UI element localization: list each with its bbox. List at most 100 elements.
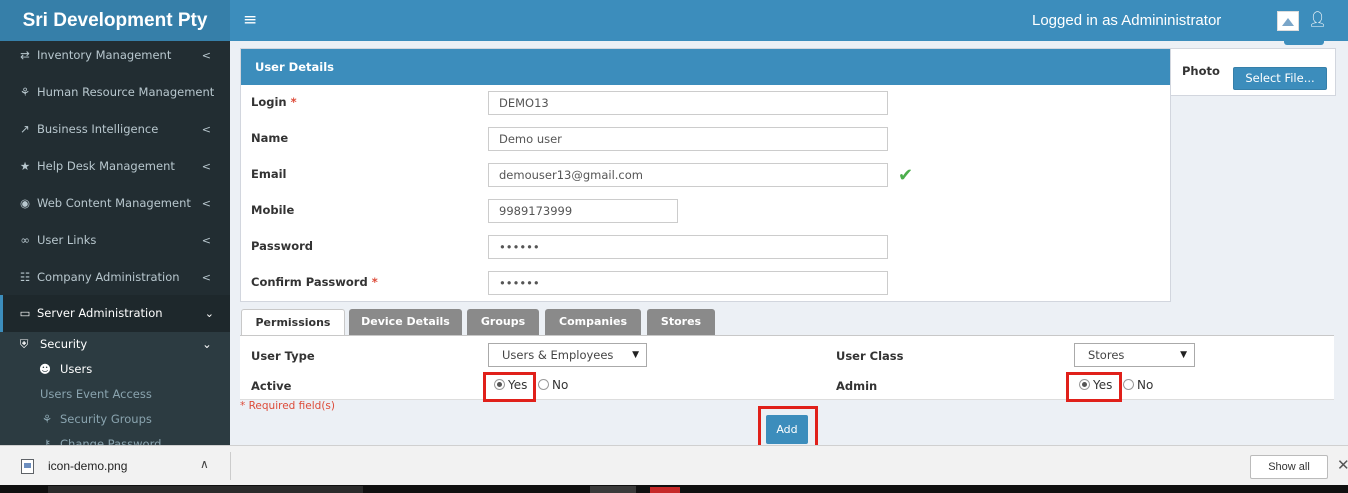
sidebar-item-human-resource-management[interactable]: ⚘ Human Resource Management	[0, 74, 230, 111]
sidebar-item-change-password[interactable]: ⚷ Change Password	[0, 432, 230, 445]
sidebar-item-user-links[interactable]: ∞ User Links <	[0, 222, 230, 259]
users-icon: ⚘	[41, 412, 53, 426]
tab-stores[interactable]: Stores	[647, 309, 715, 335]
sidebar-item-security[interactable]: ⛨ Security ⌄	[0, 332, 230, 357]
sidebar-item-label: Help Desk Management	[37, 159, 175, 173]
highlight-box	[1066, 372, 1122, 402]
active-no-radio[interactable]: No	[538, 378, 568, 392]
sidebar-item-label: Security	[40, 337, 88, 351]
login-input[interactable]	[488, 91, 888, 115]
radio-label: No	[552, 378, 569, 392]
password-row: Password	[251, 235, 911, 261]
globe-icon: ◉	[19, 196, 31, 210]
confirm-password-label-text: Confirm Password	[251, 275, 368, 289]
show-all-button[interactable]: Show all	[1250, 455, 1328, 479]
name-input[interactable]	[488, 127, 888, 151]
chevron-down-icon: ⌄	[204, 307, 214, 320]
close-icon[interactable]: ✕	[1337, 456, 1348, 474]
sidebar-item-label: Inventory Management	[37, 48, 172, 62]
tab-device-details[interactable]: Device Details	[349, 309, 462, 335]
password-input[interactable]	[488, 235, 888, 259]
sidebar-item-inventory-management[interactable]: ⇄ Inventory Management <	[0, 41, 230, 74]
chevron-up-icon[interactable]: ∧	[200, 457, 209, 471]
login-label: Login *	[251, 95, 297, 109]
radio-icon	[538, 379, 549, 390]
email-input[interactable]	[488, 163, 888, 187]
radio-label: No	[1137, 378, 1154, 392]
highlight-box	[483, 372, 536, 402]
dropdown-caret-icon: ▼	[1180, 350, 1187, 360]
chevron-left-icon: <	[201, 123, 211, 136]
user-details-panel: User Details Login * Name Email ✔ Mobile…	[240, 48, 1171, 302]
exchange-icon: ⇄	[20, 48, 30, 62]
mobile-input[interactable]	[488, 199, 678, 223]
user-icon: ☻	[39, 362, 51, 376]
taskbar-app[interactable]	[590, 486, 636, 493]
user-class-select[interactable]: Stores ▼	[1074, 343, 1195, 367]
required-fields-note: * Required field(s)	[240, 400, 335, 412]
line-chart-icon: ↗	[20, 122, 30, 136]
taskbar-app[interactable]	[650, 487, 680, 493]
admin-no-radio[interactable]: No	[1123, 378, 1153, 392]
sidebar-item-label: Web Content Management	[37, 196, 191, 210]
email-row: Email ✔	[251, 163, 914, 189]
checkmark-icon: ✔	[898, 165, 914, 186]
tab-companies[interactable]: Companies	[545, 309, 641, 335]
sidebar-item-users[interactable]: ☻ Users	[0, 357, 230, 382]
password-label: Password	[251, 239, 313, 253]
user-icon[interactable]: 👤︎	[1308, 10, 1327, 28]
confirm-password-label: Confirm Password *	[251, 275, 378, 289]
sidebar-item-label: Company Administration	[37, 270, 180, 284]
image-file-icon	[21, 459, 34, 474]
required-mark: *	[371, 275, 378, 289]
sidebar-toggle-icon[interactable]: ≡	[243, 11, 257, 29]
required-mark: *	[290, 95, 297, 109]
sidebar-item-business-intelligence[interactable]: ↗ Business Intelligence <	[0, 111, 230, 148]
thumbtack-icon: ★	[19, 159, 31, 173]
tab-groups[interactable]: Groups	[467, 309, 539, 335]
user-class-value: Stores	[1088, 348, 1125, 362]
divider	[230, 452, 231, 480]
sidebar-item-company-administration[interactable]: ☷ Company Administration <	[0, 259, 230, 296]
chevron-left-icon: <	[201, 160, 211, 173]
name-row: Name	[251, 127, 911, 153]
flag-icon[interactable]	[1277, 11, 1299, 31]
chevron-left-icon: <	[201, 49, 211, 62]
user-type-value: Users & Employees	[502, 348, 614, 362]
download-file-name[interactable]: icon-demo.png	[48, 459, 127, 473]
desktop-icon: ▭	[19, 306, 31, 320]
user-type-select[interactable]: Users & Employees ▼	[488, 343, 647, 367]
confirm-password-input[interactable]	[488, 271, 888, 295]
chevron-left-icon: <	[201, 197, 211, 210]
sidebar-item-label: Security Groups	[60, 412, 152, 426]
admin-label: Admin	[836, 379, 878, 393]
panel-title: User Details	[241, 49, 1170, 85]
sidebar-item-help-desk-management[interactable]: ★ Help Desk Management <	[0, 148, 230, 185]
active-label: Active	[251, 379, 292, 393]
users-icon: ⚘	[19, 85, 31, 99]
chevron-left-icon: <	[201, 234, 211, 247]
sidebar-item-label: Users Event Access	[40, 387, 152, 401]
taskbar-search[interactable]	[48, 486, 363, 493]
sidebar-item-label: Change Password	[60, 437, 162, 445]
mobile-row: Mobile	[251, 199, 911, 225]
tab-permissions[interactable]: Permissions	[241, 309, 345, 335]
sidebar-item-server-administration[interactable]: ▭ Server Administration ⌄	[0, 295, 230, 332]
sidebar-item-label: Server Administration	[37, 306, 163, 320]
login-label-text: Login	[251, 95, 287, 109]
sidebar-item-users-event-access[interactable]: Users Event Access	[0, 382, 230, 407]
mobile-label: Mobile	[251, 203, 295, 217]
chevron-left-icon: <	[201, 271, 211, 284]
key-icon: ⚷	[42, 437, 52, 445]
link-icon: ∞	[20, 233, 30, 247]
shield-icon: ⛨	[19, 337, 29, 351]
top-navbar: Sri Development Pty ≡ Logged in as Admin…	[0, 0, 1348, 41]
brand-logo[interactable]: Sri Development Pty	[0, 0, 230, 41]
logged-in-text: Logged in as Admininistrator	[1032, 12, 1222, 29]
photo-label: Photo	[1182, 64, 1220, 78]
sidebar-item-security-groups[interactable]: ⚘ Security Groups	[0, 407, 230, 432]
user-class-label: User Class	[836, 349, 904, 363]
top-right-button[interactable]	[1284, 41, 1324, 45]
sidebar-item-web-content-management[interactable]: ◉ Web Content Management <	[0, 185, 230, 222]
select-file-button[interactable]: Select File...	[1233, 67, 1327, 90]
